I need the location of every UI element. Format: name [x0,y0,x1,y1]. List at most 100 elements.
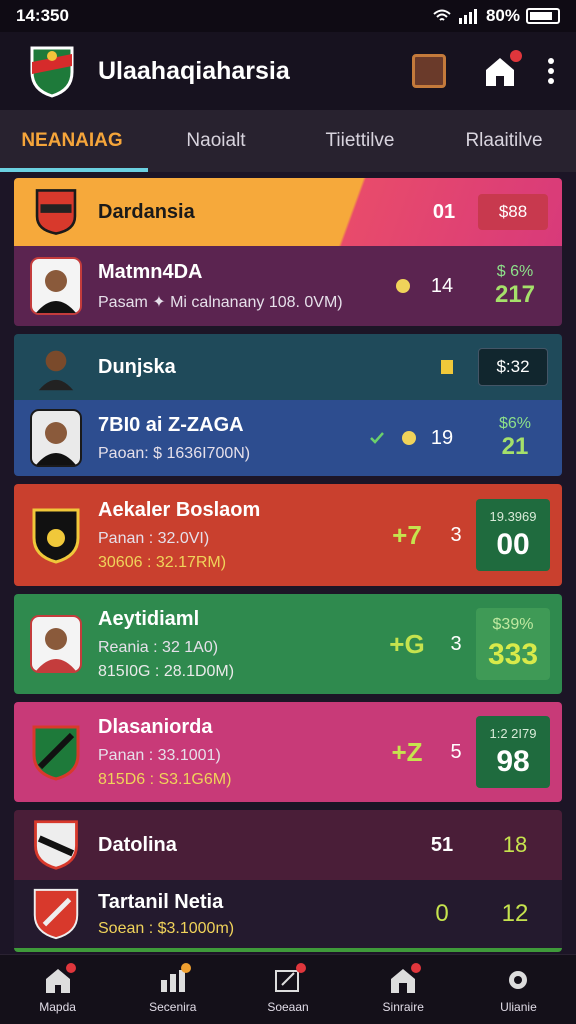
percent-box: $39% 333 [476,608,550,680]
team-stat: 01 [432,200,456,223]
team-stat: 3 [450,632,462,655]
team-card[interactable]: Aekaler Boslaom Panan : 32.0VI) 30606 : … [14,484,562,586]
more-menu-button[interactable] [548,58,554,84]
bottom-navigation: Mapda Secenira Soeaan Sinraire Ulianie [0,954,576,1024]
club-crest-logo [30,46,74,98]
change-indicator: +Z [391,736,423,767]
status-bar: 14:350 80% [0,0,576,32]
change-indicator: +7 [392,519,422,550]
team-name: Dlasaniorda [98,715,213,738]
player-avatar [30,409,82,467]
battery-percent: 80% [485,6,520,25]
team-card[interactable]: Dardansia 01 $88 Matmn4DA Pasam ✦ Mi cal… [14,178,562,326]
team-value: 12 [501,900,529,927]
battery-icon [526,8,560,24]
home-button[interactable] [482,50,522,88]
tab-2[interactable]: Naoialt [144,110,288,172]
signal-icon [458,9,477,24]
team-crest-icon [34,820,78,870]
status-icons: 80% [432,6,560,26]
active-tab-indicator [0,168,148,172]
player-details: Pasam ✦ Mi calnanany 108. 0VM) [98,293,343,311]
tab-1[interactable]: NEANAIAG [0,110,144,172]
team-card[interactable]: Dunjska $:32 7BI0 ai Z-ZAGA Paoan: $ 163… [14,334,562,476]
team-stat: 0 [435,900,449,927]
card-icon [441,360,453,374]
player-name: 7BI0 ai Z-ZAGA [98,413,244,436]
ball-icon [402,431,416,445]
team-crest-icon [32,725,80,781]
score-value: 00 [496,527,530,561]
team-card[interactable]: Datolina 51 18 Tartanil Netia Soean : $3… [14,810,562,952]
tab-3[interactable]: Tiiettilve [288,110,432,172]
player-stat: 19 [430,426,454,449]
ball-icon [396,279,410,293]
nav-item-3[interactable]: Soeaan [230,955,345,1024]
wifi-icon [433,9,451,21]
team-details-secondary: 30606 : 32.17RM) [98,553,227,571]
nav-label: Soeaan [267,999,309,1014]
score-label: 1:2 2I79 [489,725,537,741]
nav-label: Ulianie [500,999,537,1014]
player-name: Matmn4DA [98,260,203,283]
team-value: 18 [502,832,528,857]
team-stat: 5 [450,740,462,763]
team-details-secondary: 815I0G : 28.1D0M) [98,662,235,680]
app-title: Ulaahaqiaharsia [98,56,290,85]
team-crest-icon [32,508,80,564]
team-details-secondary: Soean : $3.1000m) [98,919,235,937]
team-details: Panan : 32.0VI) [98,529,210,547]
color-swatch-button[interactable] [412,54,446,88]
team-stat: 51 [430,833,454,856]
team-crest-icon [33,888,79,940]
player-percent: $6% 21 [480,415,550,461]
player-avatar [38,350,74,391]
tab-bar: NEANAIAG Naoialt Tiiettilve Rlaaitilve [0,110,576,172]
percent-label: $39% [492,616,534,633]
player-avatar [30,615,82,673]
score-value: 98 [496,744,530,778]
percent-value: 333 [487,638,539,671]
player-percent: $ 6% 217 [480,263,550,309]
team-details: Panan : 33.1001) [98,746,221,764]
team-card[interactable]: Dlasaniorda Panan : 33.1001) 815D6 : S3.… [14,702,562,802]
nav-label: Mapda [39,999,76,1014]
player-details: Paoan: $ 1636I700N) [98,444,251,462]
status-time: 14:350 [16,6,69,25]
price-badge: $88 [478,194,548,230]
price-badge: $:32 [478,348,548,386]
nav-item-1[interactable]: Mapda [0,955,115,1024]
score-label: 19.3969 [489,508,537,524]
nav-label: Sinraire [382,999,424,1014]
nav-item-2[interactable]: Secenira [115,955,230,1024]
nav-label: Secenira [149,999,197,1014]
team-name: Dardansia [98,200,195,223]
player-stat: 14 [430,274,454,297]
percent-label: $6% [498,415,532,432]
score-box: 1:2 2I79 98 [476,716,550,788]
team-crest-icon [35,189,77,235]
team-name: Datolina [98,833,177,856]
player-avatar [30,257,82,315]
team-card[interactable]: Aeytidiaml Reania : 32 1A0) 815I0G : 28.… [14,594,562,694]
percent-value: 21 [501,433,529,460]
change-indicator: +G [389,628,425,659]
percent-label: $ 6% [496,263,534,280]
team-name: Tartanil Netia [98,890,224,913]
team-stat: 3 [450,523,462,546]
notification-dot [510,50,522,62]
team-details-secondary: 815D6 : S3.1G6M) [98,770,232,788]
app-bar: Ulaahaqiaharsia [0,32,576,110]
check-icon [370,432,384,444]
team-list: Dardansia 01 $88 Matmn4DA Pasam ✦ Mi cal… [0,172,576,952]
tab-4[interactable]: Rlaaitilve [432,110,576,172]
team-details: Reania : 32 1A0) [98,638,219,656]
percent-value: 217 [494,281,536,308]
nav-item-4[interactable]: Sinraire [346,955,461,1024]
team-name: Aeytidiaml [98,607,200,630]
score-box: 19.3969 00 [476,499,550,571]
nav-item-5[interactable]: Ulianie [461,955,576,1024]
team-name: Dunjska [98,355,176,378]
team-name: Aekaler Boslaom [98,498,261,521]
gear-icon [509,970,528,989]
